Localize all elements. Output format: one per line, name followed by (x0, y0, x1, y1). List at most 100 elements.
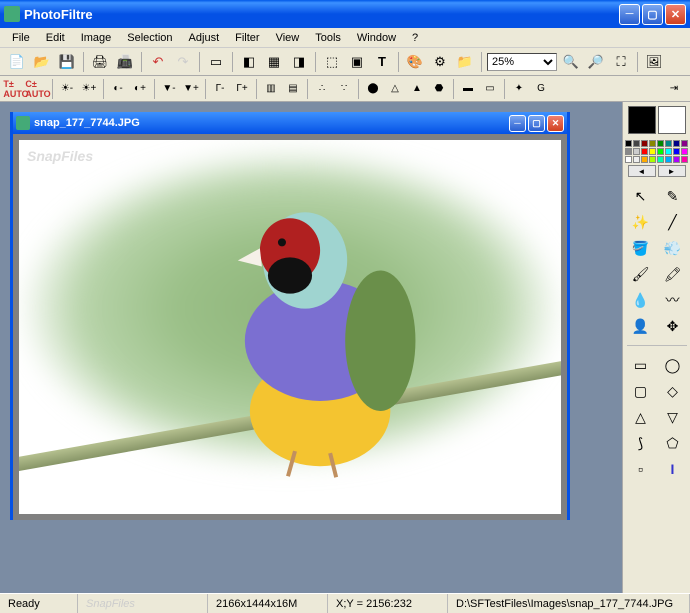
text-select-tool[interactable]: I (659, 458, 687, 480)
text-icon[interactable]: T (371, 51, 393, 73)
rgb-icon[interactable]: ▦ (263, 51, 285, 73)
print-icon[interactable]: 🖨 (89, 51, 111, 73)
sat-minus-icon[interactable]: ▼- (159, 80, 179, 98)
autocontrast-icon[interactable]: C±AUTO (28, 80, 48, 98)
menu-tools[interactable]: Tools (307, 30, 349, 46)
lasso-tool[interactable]: ⟆ (627, 432, 655, 454)
doc-minimize-button[interactable]: ─ (509, 115, 526, 132)
menu-selection[interactable]: Selection (119, 30, 180, 46)
mdi-area[interactable]: snap_177_7744.JPG ─ ▢ ✕ SnapFiles (0, 102, 622, 593)
fit-icon[interactable]: ⛶ (610, 51, 632, 73)
smudge-tool[interactable]: 〰 (659, 289, 687, 311)
zoomout-icon[interactable]: 🔎 (585, 51, 607, 73)
diamond-select-tool[interactable]: ◇ (659, 380, 687, 402)
imagesize-icon[interactable]: ⬚ (321, 51, 343, 73)
minimize-button[interactable]: ─ (619, 4, 640, 25)
menu-adjust[interactable]: Adjust (181, 30, 228, 46)
wand-tool[interactable]: ✨ (627, 211, 655, 233)
palette-swatch[interactable] (673, 148, 680, 155)
palette-swatch[interactable] (657, 156, 664, 163)
palette-swatch[interactable] (641, 148, 648, 155)
palette-swatch[interactable] (657, 148, 664, 155)
palette-swatch[interactable] (625, 148, 632, 155)
bright-minus-icon[interactable]: ☀- (57, 80, 77, 98)
line-tool[interactable]: ╱ (659, 211, 687, 233)
palette-swatch[interactable] (681, 148, 688, 155)
blur-icon[interactable]: ⬤ (363, 80, 383, 98)
gamma-minus-icon[interactable]: Γ- (210, 80, 230, 98)
menu-filter[interactable]: Filter (227, 30, 267, 46)
palette-swatch[interactable] (625, 140, 632, 147)
undo-icon[interactable]: ↶ (147, 51, 169, 73)
menu-window[interactable]: Window (349, 30, 404, 46)
menu-file[interactable]: File (4, 30, 38, 46)
autolevels-icon[interactable]: T±AUTO (6, 80, 26, 98)
triangle-select-tool[interactable]: △ (627, 406, 655, 428)
antidust-icon[interactable]: ∵ (334, 80, 354, 98)
menu-image[interactable]: Image (73, 30, 120, 46)
fullscreen-icon[interactable]: 🖼 (643, 51, 665, 73)
document-viewport[interactable]: SnapFiles (13, 134, 567, 520)
canvas-icon[interactable]: ▣ (346, 51, 368, 73)
eyedropper-tool[interactable]: ✎ (659, 185, 687, 207)
menu-help[interactable]: ? (404, 30, 426, 46)
palette-swatch[interactable] (657, 140, 664, 147)
new-icon[interactable]: 📄 (6, 51, 28, 73)
advbrush-tool[interactable]: 🖍 (659, 263, 687, 285)
gamma-plus-icon[interactable]: Γ+ (232, 80, 252, 98)
settings-icon[interactable]: ⚙ (429, 51, 451, 73)
doc-maximize-button[interactable]: ▢ (528, 115, 545, 132)
fill-tool[interactable]: 🪣 (627, 237, 655, 259)
hideshow-icon[interactable]: ⇥ (664, 80, 684, 98)
histogram-icon[interactable]: ▥ (261, 80, 281, 98)
browse-icon[interactable]: 📁 (454, 51, 476, 73)
variation-icon[interactable]: ▬ (458, 80, 478, 98)
clone-tool[interactable]: 👤 (627, 315, 655, 337)
zoom-select[interactable]: 25% (487, 53, 557, 71)
artistic-icon[interactable]: G (531, 80, 551, 98)
color-palette[interactable] (625, 140, 688, 163)
node-tool[interactable]: ▫ (627, 458, 655, 480)
palette-swatch[interactable] (625, 156, 632, 163)
zoomin-icon[interactable]: 🔍 (560, 51, 582, 73)
photomask-icon[interactable]: ✦ (509, 80, 529, 98)
spray-tool[interactable]: 💨 (659, 237, 687, 259)
sat-plus-icon[interactable]: ▼+ (181, 80, 201, 98)
dust-icon[interactable]: ∴ (312, 80, 332, 98)
gradient-icon[interactable]: ▭ (480, 80, 500, 98)
background-color[interactable] (658, 106, 686, 134)
redo-icon[interactable]: ↷ (172, 51, 194, 73)
palette-swatch[interactable] (665, 156, 672, 163)
menu-view[interactable]: View (268, 30, 308, 46)
palette-swatch[interactable] (681, 156, 688, 163)
relief-icon[interactable]: ⬣ (429, 80, 449, 98)
maximize-button[interactable]: ▢ (642, 4, 663, 25)
palette-next-button[interactable]: ► (658, 165, 686, 177)
palette-swatch[interactable] (649, 156, 656, 163)
palette-swatch[interactable] (633, 156, 640, 163)
palette-swatch[interactable] (633, 148, 640, 155)
contrast-minus-icon[interactable]: ◐- (108, 80, 128, 98)
color-swatches[interactable] (628, 106, 686, 134)
selection-icon[interactable]: ▭ (205, 51, 227, 73)
triangle2-select-tool[interactable]: ▽ (659, 406, 687, 428)
palette-swatch[interactable] (633, 140, 640, 147)
module-icon[interactable]: 🎨 (404, 51, 426, 73)
palette-swatch[interactable] (665, 140, 672, 147)
menu-edit[interactable]: Edit (38, 30, 73, 46)
palette-swatch[interactable] (665, 148, 672, 155)
roundrect-select-tool[interactable]: ▢ (627, 380, 655, 402)
pointer-tool[interactable]: ↖ (627, 185, 655, 207)
palette-swatch[interactable] (649, 140, 656, 147)
close-button[interactable]: ✕ (665, 4, 686, 25)
palette-swatch[interactable] (673, 156, 680, 163)
blur-tool[interactable]: 💧 (627, 289, 655, 311)
sharpen-icon[interactable]: △ (385, 80, 405, 98)
brush-tool[interactable]: 🖌 (627, 263, 655, 285)
image-canvas[interactable]: SnapFiles (19, 140, 561, 514)
grayscale-icon[interactable]: ◧ (238, 51, 260, 73)
palette-swatch[interactable] (641, 140, 648, 147)
contrast-plus-icon[interactable]: ◐+ (130, 80, 150, 98)
bright-plus-icon[interactable]: ☀+ (79, 80, 99, 98)
ellipse-select-tool[interactable]: ◯ (659, 354, 687, 376)
